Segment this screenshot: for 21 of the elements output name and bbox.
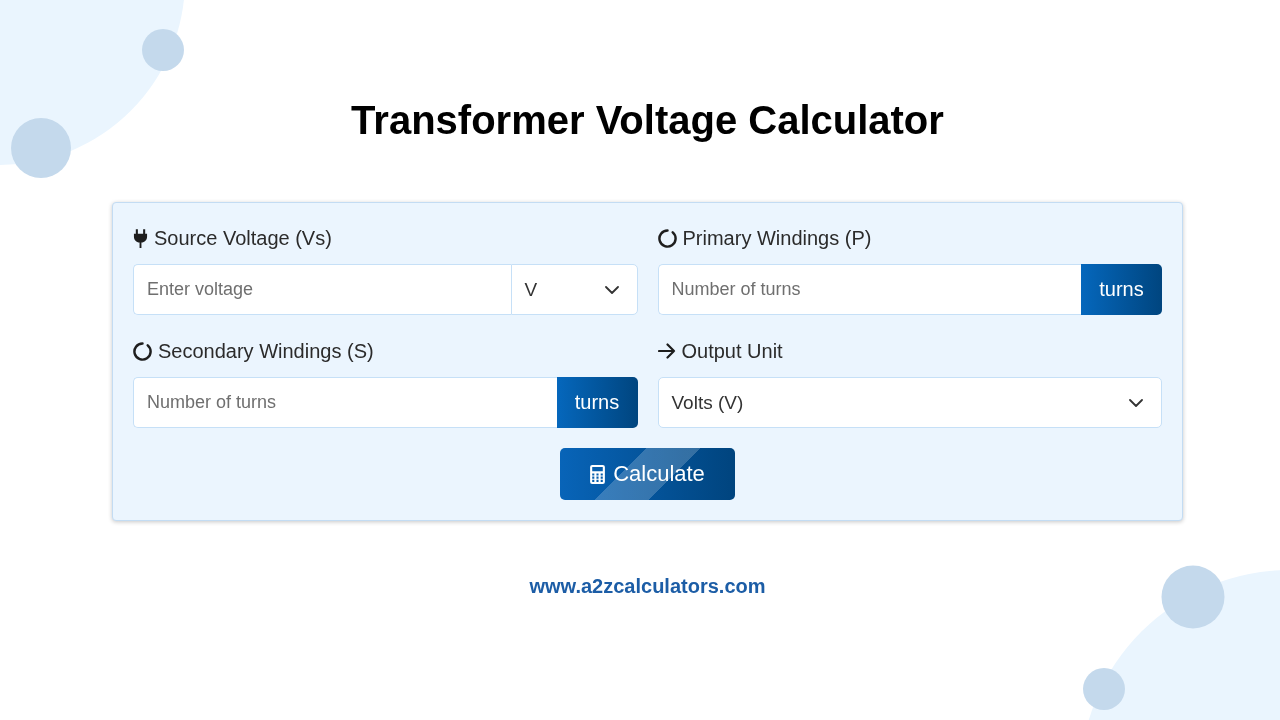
ring-icon	[657, 228, 677, 248]
chevron-down-icon	[1129, 398, 1143, 407]
unit-addon: turns	[1081, 264, 1162, 315]
field-label: Secondary Windings (S)	[158, 339, 374, 363]
ring-icon	[133, 341, 152, 361]
output-unit-select[interactable]: Volts (V)	[657, 377, 1162, 428]
calculator-icon	[590, 464, 606, 484]
field-label: Output Unit	[681, 339, 783, 363]
input-field[interactable]: Number of turns	[133, 377, 557, 428]
calculate-button[interactable]: Calculate	[560, 448, 735, 500]
field-label: Source Voltage (Vs)	[154, 226, 332, 250]
plug-icon	[133, 228, 148, 248]
chevron-down-icon	[604, 285, 619, 294]
unit-addon: turns	[556, 377, 638, 428]
field-label: Primary Windings (P)	[682, 226, 872, 250]
input-field[interactable]: Enter voltage	[133, 264, 511, 315]
website-url: www.a2zcalculators.com	[529, 574, 766, 598]
page-title: Transformer Voltage Calculator	[351, 97, 944, 144]
arrow-right-icon	[657, 343, 676, 359]
input-field[interactable]: Number of turns	[657, 264, 1081, 315]
unit-select[interactable]: V	[510, 264, 638, 315]
